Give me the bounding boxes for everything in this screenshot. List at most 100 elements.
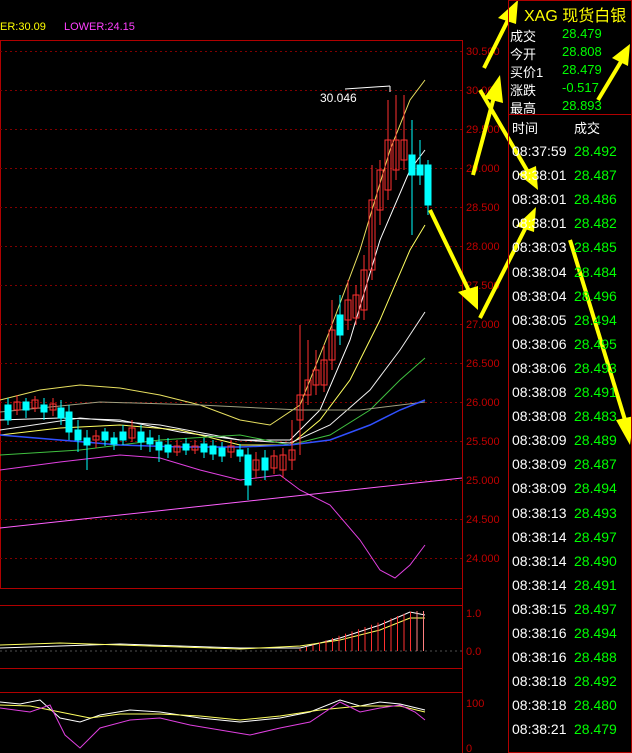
sub-indicator-2	[0, 699, 426, 749]
candle-down	[65, 411, 73, 433]
tick-price: 28.488	[574, 649, 617, 666]
trend-line	[0, 477, 463, 529]
boll-upper-line	[0, 79, 426, 426]
tick-price: 28.486	[574, 191, 617, 208]
tick-price: 28.492	[574, 673, 617, 690]
candle-down	[40, 404, 48, 413]
tick-time: 08:38:09	[512, 432, 567, 449]
tick-price: 28.492	[574, 143, 617, 159]
tick-price: 28.496	[574, 287, 617, 304]
tick-row: 08:38:18 28.492	[512, 673, 632, 695]
tick-row: 08:38:03 28.485	[512, 239, 632, 261]
quote-panel: XAG 现货白银 成交 28.479 今开 28.808 买价1 28.479 涨跌 -0.5…	[508, 0, 632, 753]
candle-down	[164, 444, 172, 453]
candle-down	[137, 431, 145, 443]
tick-time: 08:38:04	[512, 263, 567, 280]
candle-down	[74, 429, 82, 441]
tick-row: 08:38:15 28.497	[512, 601, 632, 623]
tick-time: 08:38:08	[512, 384, 567, 400]
tick-time: 08:38:01	[512, 215, 567, 232]
tick-price: 28.495	[574, 335, 617, 352]
price-axis-label: 29.000	[466, 163, 500, 175]
tick-row: 08:38:13 28.493	[512, 505, 632, 527]
quote-row-value: 28.479	[562, 26, 602, 41]
candle-down	[101, 431, 109, 441]
ticks-price-header: 成交	[574, 121, 601, 136]
candle-down	[22, 401, 30, 411]
tick-row: 08:38:01 28.482	[512, 215, 632, 237]
tick-price: 28.483	[574, 408, 617, 425]
tick-row: 08:38:18 28.480	[512, 697, 632, 719]
tick-price: 28.493	[574, 359, 617, 376]
tick-row: 08:38:01 28.487	[512, 167, 632, 189]
quote-row-label: 买价1	[510, 65, 544, 80]
price-axis-label: 27.000	[466, 319, 500, 331]
price-panel-frame	[0, 40, 463, 589]
tick-price: 28.491	[574, 384, 617, 400]
tick-time: 08:38:16	[512, 625, 567, 641]
sub-indicator-1	[0, 611, 462, 652]
tick-time: 08:38:14	[512, 552, 567, 569]
candle-down	[261, 457, 269, 471]
candle-down	[110, 437, 118, 445]
tick-time: 08:38:04	[512, 287, 567, 304]
candle-down	[200, 443, 208, 453]
quote-row-value: -0.517	[562, 80, 599, 95]
tick-price: 28.494	[574, 480, 617, 497]
boll-lower-line	[0, 454, 426, 579]
price-axis-label: 24.500	[466, 514, 500, 526]
ticks-divider	[508, 114, 632, 115]
quote-row: 成交 28.479	[510, 26, 632, 44]
candle-down	[336, 314, 344, 336]
tick-row: 08:38:09 28.489	[512, 432, 632, 454]
candle-down	[155, 441, 163, 451]
tick-row: 08:38:14 28.491	[512, 577, 632, 599]
candle-down	[119, 431, 127, 441]
price-axis: 30.50030.00029.50029.00028.50028.00027.5…	[466, 46, 500, 753]
candle-down	[408, 154, 416, 176]
tick-row: 08:38:16 28.488	[512, 649, 632, 671]
candle-down	[424, 164, 432, 206]
price-axis-label: 28.500	[466, 202, 500, 214]
boll-lower-label: LOWER:24.15	[64, 21, 135, 33]
tick-price: 28.480	[574, 697, 617, 714]
price-axis-label: 26.500	[466, 358, 500, 370]
tick-price: 28.489	[574, 432, 617, 449]
price-axis-label: 28.000	[466, 241, 500, 253]
tick-time: 08:38:16	[512, 649, 567, 666]
tick-time: 08:38:08	[512, 408, 567, 425]
price-axis-label: 25.500	[466, 436, 500, 448]
price-axis-label: 25.000	[466, 475, 500, 487]
tick-price: 28.494	[574, 311, 617, 328]
tick-time: 08:38:09	[512, 456, 567, 473]
boll-upper-label: ER:30.09	[0, 21, 46, 33]
candle-down	[4, 404, 12, 421]
tick-time: 08:38:18	[512, 697, 567, 714]
tick-row: 08:38:09 28.487	[512, 456, 632, 478]
sub2-axis-label: 0	[466, 743, 472, 753]
tick-row: 08:38:06 28.495	[512, 336, 632, 358]
tick-price: 28.490	[574, 552, 617, 569]
quote-row-label: 成交	[510, 29, 537, 44]
tick-row: 08:38:06 28.493	[512, 360, 632, 382]
price-grid	[0, 51, 462, 559]
tick-row: 08:38:14 28.490	[512, 553, 632, 575]
candle-down	[57, 407, 65, 419]
tick-price: 28.491	[574, 576, 617, 593]
candle-down	[83, 437, 91, 446]
tick-row: 08:38:14 28.497	[512, 529, 632, 551]
sub1-axis-label: 0.0	[466, 646, 481, 658]
quote-row: 买价1 28.479	[510, 62, 632, 80]
indicator-header: ER:30.09 LOWER:24.15	[0, 0, 505, 40]
quote-row: 涨跌 -0.517	[510, 80, 632, 98]
quote-row-value: 28.893	[562, 98, 602, 113]
tick-time: 08:38:06	[512, 359, 567, 376]
tick-row: 08:38:01 28.486	[512, 191, 632, 213]
tick-row: 08:38:04 28.484	[512, 264, 632, 286]
tick-row: 08:37:59 28.492	[512, 143, 632, 165]
quote-row-value: 28.479	[562, 62, 602, 77]
tick-time: 08:38:15	[512, 600, 567, 617]
price-axis-label: 26.000	[466, 397, 500, 409]
sub2-axis-label: 100	[466, 698, 484, 710]
quote-row: 今开 28.808	[510, 44, 632, 62]
